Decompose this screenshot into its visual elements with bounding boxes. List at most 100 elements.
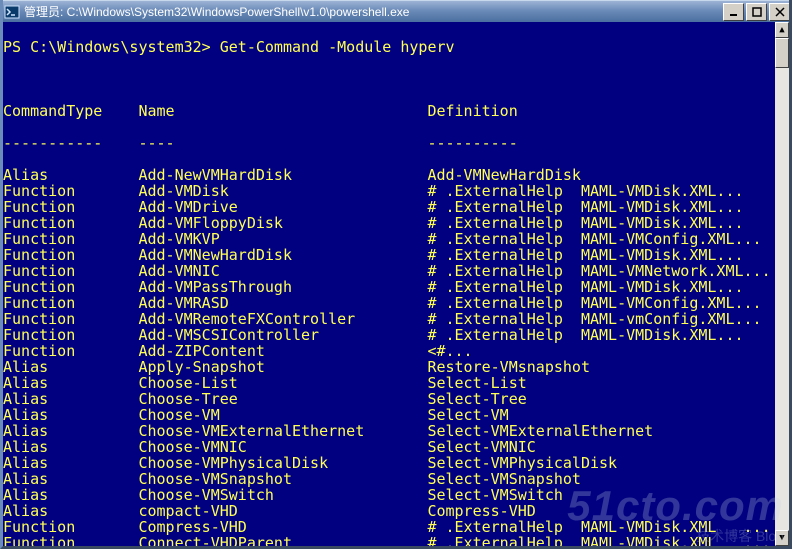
cell-name: Add-VMFloppyDisk <box>138 215 427 231</box>
cell-name: Choose-VMSnapshot <box>138 471 427 487</box>
table-row: AliasChoose-VMSnapshotSelect-VMSnapshot <box>3 471 775 487</box>
cell-definition: # .ExternalHelp MAML-vmConfig.XML... <box>427 311 761 327</box>
cell-name: Connect-VHDParent <box>138 535 427 546</box>
cell-definition: # .ExternalHelp MAML-VMDisk.XML ... <box>427 535 770 546</box>
table-row: FunctionAdd-ZIPContent<#... <box>3 343 775 359</box>
minimize-button[interactable] <box>723 3 744 21</box>
scrollbar-thumb[interactable] <box>775 38 789 68</box>
table-row: AliasChoose-VMPhysicalDiskSelect-VMPhysi… <box>3 455 775 471</box>
close-button[interactable] <box>769 3 790 21</box>
cell-definition: # .ExternalHelp MAML-VMConfig.XML... <box>427 231 761 247</box>
cell-commandtype: Alias <box>3 391 138 407</box>
table-row: FunctionAdd-VMFloppyDisk# .ExternalHelp … <box>3 215 775 231</box>
table-row: FunctionAdd-VMDisk# .ExternalHelp MAML-V… <box>3 183 775 199</box>
table-row: AliasChoose-VMSwitchSelect-VMSwitch <box>3 487 775 503</box>
cell-commandtype: Alias <box>3 167 138 183</box>
cell-definition: Select-VMExternalEthernet <box>427 423 653 439</box>
cell-name: Add-NewVMHardDisk <box>138 167 427 183</box>
header-definition: Definition <box>427 103 517 119</box>
cell-definition: # .ExternalHelp MAML-VMNetwork.XML... <box>427 263 770 279</box>
table-row: AliasChoose-TreeSelect-Tree <box>3 391 775 407</box>
cell-definition: Select-List <box>427 375 526 391</box>
vertical-scrollbar[interactable]: ▲ ▼ <box>775 22 789 546</box>
cell-commandtype: Function <box>3 295 138 311</box>
table-row: FunctionCompress-VHD# .ExternalHelp MAML… <box>3 519 775 535</box>
scroll-down-button[interactable]: ▼ <box>775 530 789 546</box>
cell-commandtype: Function <box>3 519 138 535</box>
console-output[interactable]: PS C:\Windows\system32> Get-Command -Mod… <box>3 22 775 546</box>
scroll-up-button[interactable]: ▲ <box>775 22 789 38</box>
scrollbar-track[interactable] <box>775 38 789 530</box>
cell-name: Add-VMNewHardDisk <box>138 247 427 263</box>
cell-definition: Restore-VMsnapshot <box>427 359 590 375</box>
table-row: Aliascompact-VHDCompress-VHD <box>3 503 775 519</box>
cell-name: Add-VMKVP <box>138 231 427 247</box>
header-name: Name <box>138 103 427 119</box>
table-row: FunctionAdd-VMRemoteFXController# .Exter… <box>3 311 775 327</box>
dash-name: ---- <box>138 135 427 151</box>
window-control-group <box>723 3 790 21</box>
table-row: AliasChoose-ListSelect-List <box>3 375 775 391</box>
cell-commandtype: Alias <box>3 455 138 471</box>
window-title: 管理员: C:\Windows\System32\WindowsPowerShe… <box>24 3 723 20</box>
cell-name: Add-VMRemoteFXController <box>138 311 427 327</box>
table-row: FunctionAdd-VMNIC# .ExternalHelp MAML-VM… <box>3 263 775 279</box>
cell-name: Add-VMRASD <box>138 295 427 311</box>
cell-definition: # .ExternalHelp MAML-VMDisk.XML... <box>427 247 743 263</box>
cell-commandtype: Alias <box>3 439 138 455</box>
cell-commandtype: Function <box>3 231 138 247</box>
cell-definition: Select-VMNIC <box>427 439 535 455</box>
table-row: FunctionAdd-VMSCSIController# .ExternalH… <box>3 327 775 343</box>
table-row: FunctionConnect-VHDParent# .ExternalHelp… <box>3 535 775 546</box>
cell-definition: # .ExternalHelp MAML-VMDisk.XML... <box>427 279 743 295</box>
cell-name: Choose-VM <box>138 407 427 423</box>
cell-definition: # .ExternalHelp MAML-VMDisk.XML... <box>427 327 743 343</box>
prompt-prefix: PS C:\Windows\system32> <box>3 38 211 56</box>
cell-commandtype: Alias <box>3 375 138 391</box>
cell-name: Choose-VMPhysicalDisk <box>138 455 427 471</box>
table-row: AliasChoose-VMNICSelect-VMNIC <box>3 439 775 455</box>
cell-commandtype: Alias <box>3 487 138 503</box>
window-titlebar: 管理员: C:\Windows\System32\WindowsPowerShe… <box>0 0 792 22</box>
cell-name: Add-VMSCSIController <box>138 327 427 343</box>
cell-name: Choose-VMNIC <box>138 439 427 455</box>
cell-commandtype: Function <box>3 215 138 231</box>
dash-commandtype: ----------- <box>3 135 138 151</box>
prompt-command: Get-Command -Module hyperv <box>220 38 455 56</box>
cell-commandtype: Function <box>3 535 138 546</box>
header-row: CommandTypeNameDefinition <box>3 103 775 119</box>
table-row: AliasApply-SnapshotRestore-VMsnapshot <box>3 359 775 375</box>
cell-definition: Select-VM <box>427 407 508 423</box>
header-underline: ------------------------- <box>3 135 775 151</box>
cell-definition: <#... <box>427 343 472 359</box>
cell-definition: Select-VMSwitch <box>427 487 562 503</box>
cell-commandtype: Alias <box>3 407 138 423</box>
cell-name: Compress-VHD <box>138 519 427 535</box>
cell-name: Choose-VMExternalEthernet <box>138 423 427 439</box>
cell-commandtype: Function <box>3 311 138 327</box>
cell-name: Choose-Tree <box>138 391 427 407</box>
table-row: AliasAdd-NewVMHardDiskAdd-VMNewHardDisk <box>3 167 775 183</box>
cell-definition: Add-VMNewHardDisk <box>427 167 581 183</box>
cell-definition: Select-Tree <box>427 391 526 407</box>
table-row: AliasChoose-VMExternalEthernetSelect-VME… <box>3 423 775 439</box>
cell-definition: Select-VMSnapshot <box>427 471 581 487</box>
cell-definition: Compress-VHD <box>427 503 535 519</box>
cell-definition: # .ExternalHelp MAML-VMConfig.XML... <box>427 295 761 311</box>
cell-commandtype: Alias <box>3 471 138 487</box>
cell-name: Add-ZIPContent <box>138 343 427 359</box>
prompt-line: PS C:\Windows\system32> Get-Command -Mod… <box>3 39 775 55</box>
powershell-icon <box>4 4 20 20</box>
cell-commandtype: Function <box>3 199 138 215</box>
cell-commandtype: Function <box>3 279 138 295</box>
cell-name: Add-VMNIC <box>138 263 427 279</box>
cell-commandtype: Alias <box>3 423 138 439</box>
cell-definition: # .ExternalHelp MAML-VMDisk.XML... <box>427 199 743 215</box>
dash-definition: ---------- <box>427 135 517 151</box>
cell-commandtype: Alias <box>3 359 138 375</box>
maximize-button[interactable] <box>746 3 767 21</box>
blank-line <box>3 71 775 87</box>
table-row: FunctionAdd-VMRASD# .ExternalHelp MAML-V… <box>3 295 775 311</box>
cell-name: compact-VHD <box>138 503 427 519</box>
table-row: FunctionAdd-VMDrive# .ExternalHelp MAML-… <box>3 199 775 215</box>
